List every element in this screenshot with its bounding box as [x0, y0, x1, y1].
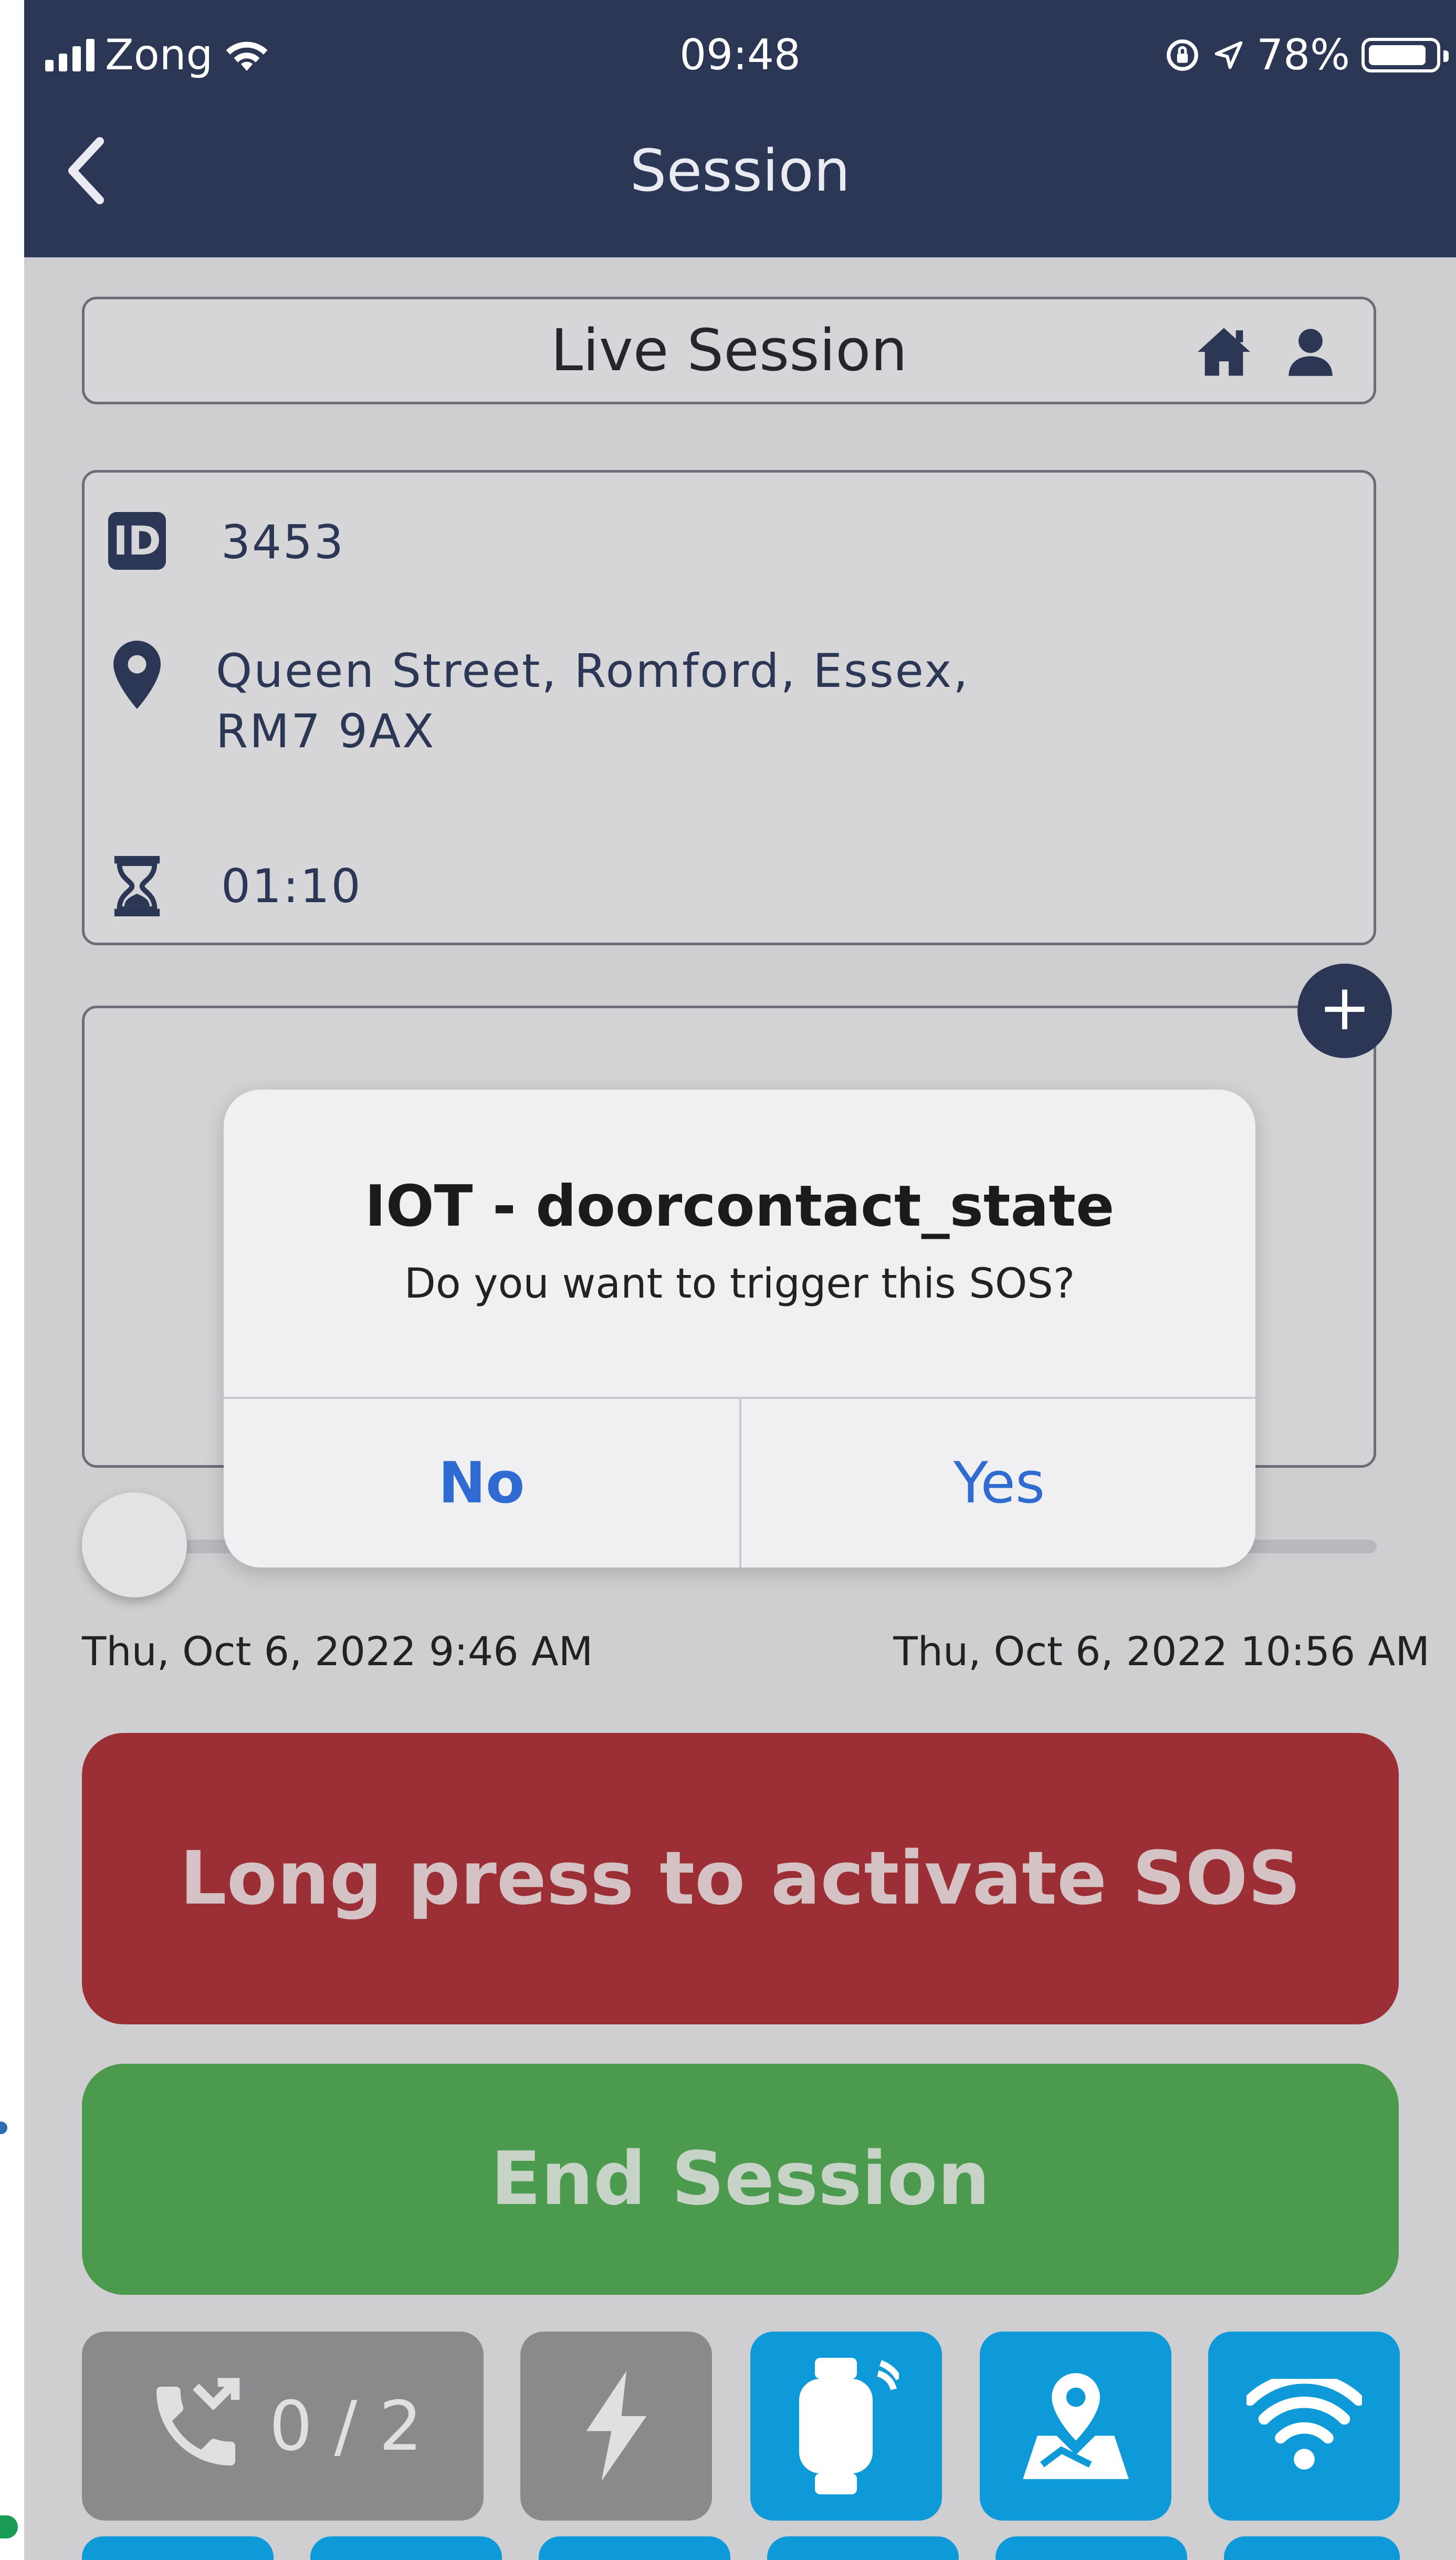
dialog-title: IOT - doorcontact_state [364, 1174, 1115, 1239]
calls-tile[interactable]: 0 / 2 [82, 2332, 484, 2521]
bottom-tile[interactable] [1224, 2536, 1400, 2560]
bottom-tile[interactable] [310, 2536, 502, 2560]
session-id: 3453 [221, 515, 345, 569]
timeline-end: Thu, Oct 6, 2022 10:56 AM [893, 1628, 1430, 1675]
add-button[interactable]: + [1297, 964, 1392, 1058]
address-line-1: Queen Street, Romford, Essex, [216, 644, 970, 698]
wifi-tile[interactable] [1208, 2332, 1400, 2521]
dialog-no-button[interactable]: No [224, 1399, 739, 1568]
id-icon: ID [108, 512, 166, 570]
edge-marker [0, 2515, 18, 2538]
wifi-icon [1246, 2379, 1362, 2470]
battery-percent: 78% [1256, 30, 1350, 79]
bottom-tile[interactable] [539, 2536, 730, 2560]
live-session-card: Live Session [82, 297, 1376, 404]
sos-confirm-dialog: IOT - doorcontact_state Do you want to t… [224, 1090, 1255, 1568]
timeline-slider-thumb[interactable] [82, 1492, 187, 1597]
map-icon [1022, 2373, 1129, 2479]
live-session-icons [1195, 326, 1337, 378]
bottom-tile[interactable] [82, 2536, 274, 2560]
location-row: Queen Street, Romford, Essex, RM7 9AX [106, 641, 969, 761]
phone-screen: Zong 09:48 78% Session Live Session ID 3… [24, 0, 1456, 2560]
plus-icon: + [1318, 971, 1371, 1044]
flash-icon [586, 2371, 646, 2481]
timeline-start: Thu, Oct 6, 2022 9:46 AM [82, 1628, 593, 1675]
sos-button[interactable]: Long press to activate SOS [82, 1733, 1399, 2024]
session-id-row: ID 3453 [106, 512, 345, 572]
duration-row: 01:10 [106, 856, 362, 916]
battery-icon [1361, 38, 1449, 72]
flash-tile[interactable] [520, 2332, 712, 2521]
location-arrow-icon [1214, 41, 1243, 69]
dialog-message: Do you want to trigger this SOS? [404, 1260, 1075, 1308]
smartwatch-icon [799, 2358, 899, 2494]
person-icon[interactable] [1284, 326, 1337, 378]
home-icon[interactable] [1195, 326, 1253, 378]
session-info-card: ID 3453 Queen Street, Romford, Essex, RM… [82, 470, 1376, 945]
top-bar: Zong 09:48 78% Session [24, 0, 1456, 257]
address: Queen Street, Romford, Essex, RM7 9AX [216, 641, 969, 761]
session-duration: 01:10 [221, 859, 362, 913]
bottom-tile[interactable] [996, 2536, 1187, 2560]
edge-marker [0, 2122, 7, 2134]
smartwatch-tile[interactable] [750, 2332, 942, 2521]
bottom-tile[interactable] [767, 2536, 959, 2560]
end-session-button[interactable]: End Session [82, 2064, 1399, 2295]
call-missed-icon [156, 2378, 239, 2465]
address-line-2: RM7 9AX [216, 704, 436, 758]
rotation-lock-icon [1167, 39, 1199, 71]
location-pin-icon [113, 641, 161, 709]
map-tile[interactable] [980, 2332, 1171, 2521]
app-frame: Zong 09:48 78% Session Live Session ID 3… [0, 0, 1456, 2560]
calls-count: 0 / 2 [269, 2386, 423, 2466]
page-title: Session [630, 137, 851, 204]
live-session-title: Live Session [550, 317, 908, 384]
status-right: 78% [1164, 21, 1449, 89]
hourglass-icon [114, 856, 160, 916]
dialog-yes-button[interactable]: Yes [741, 1399, 1255, 1568]
